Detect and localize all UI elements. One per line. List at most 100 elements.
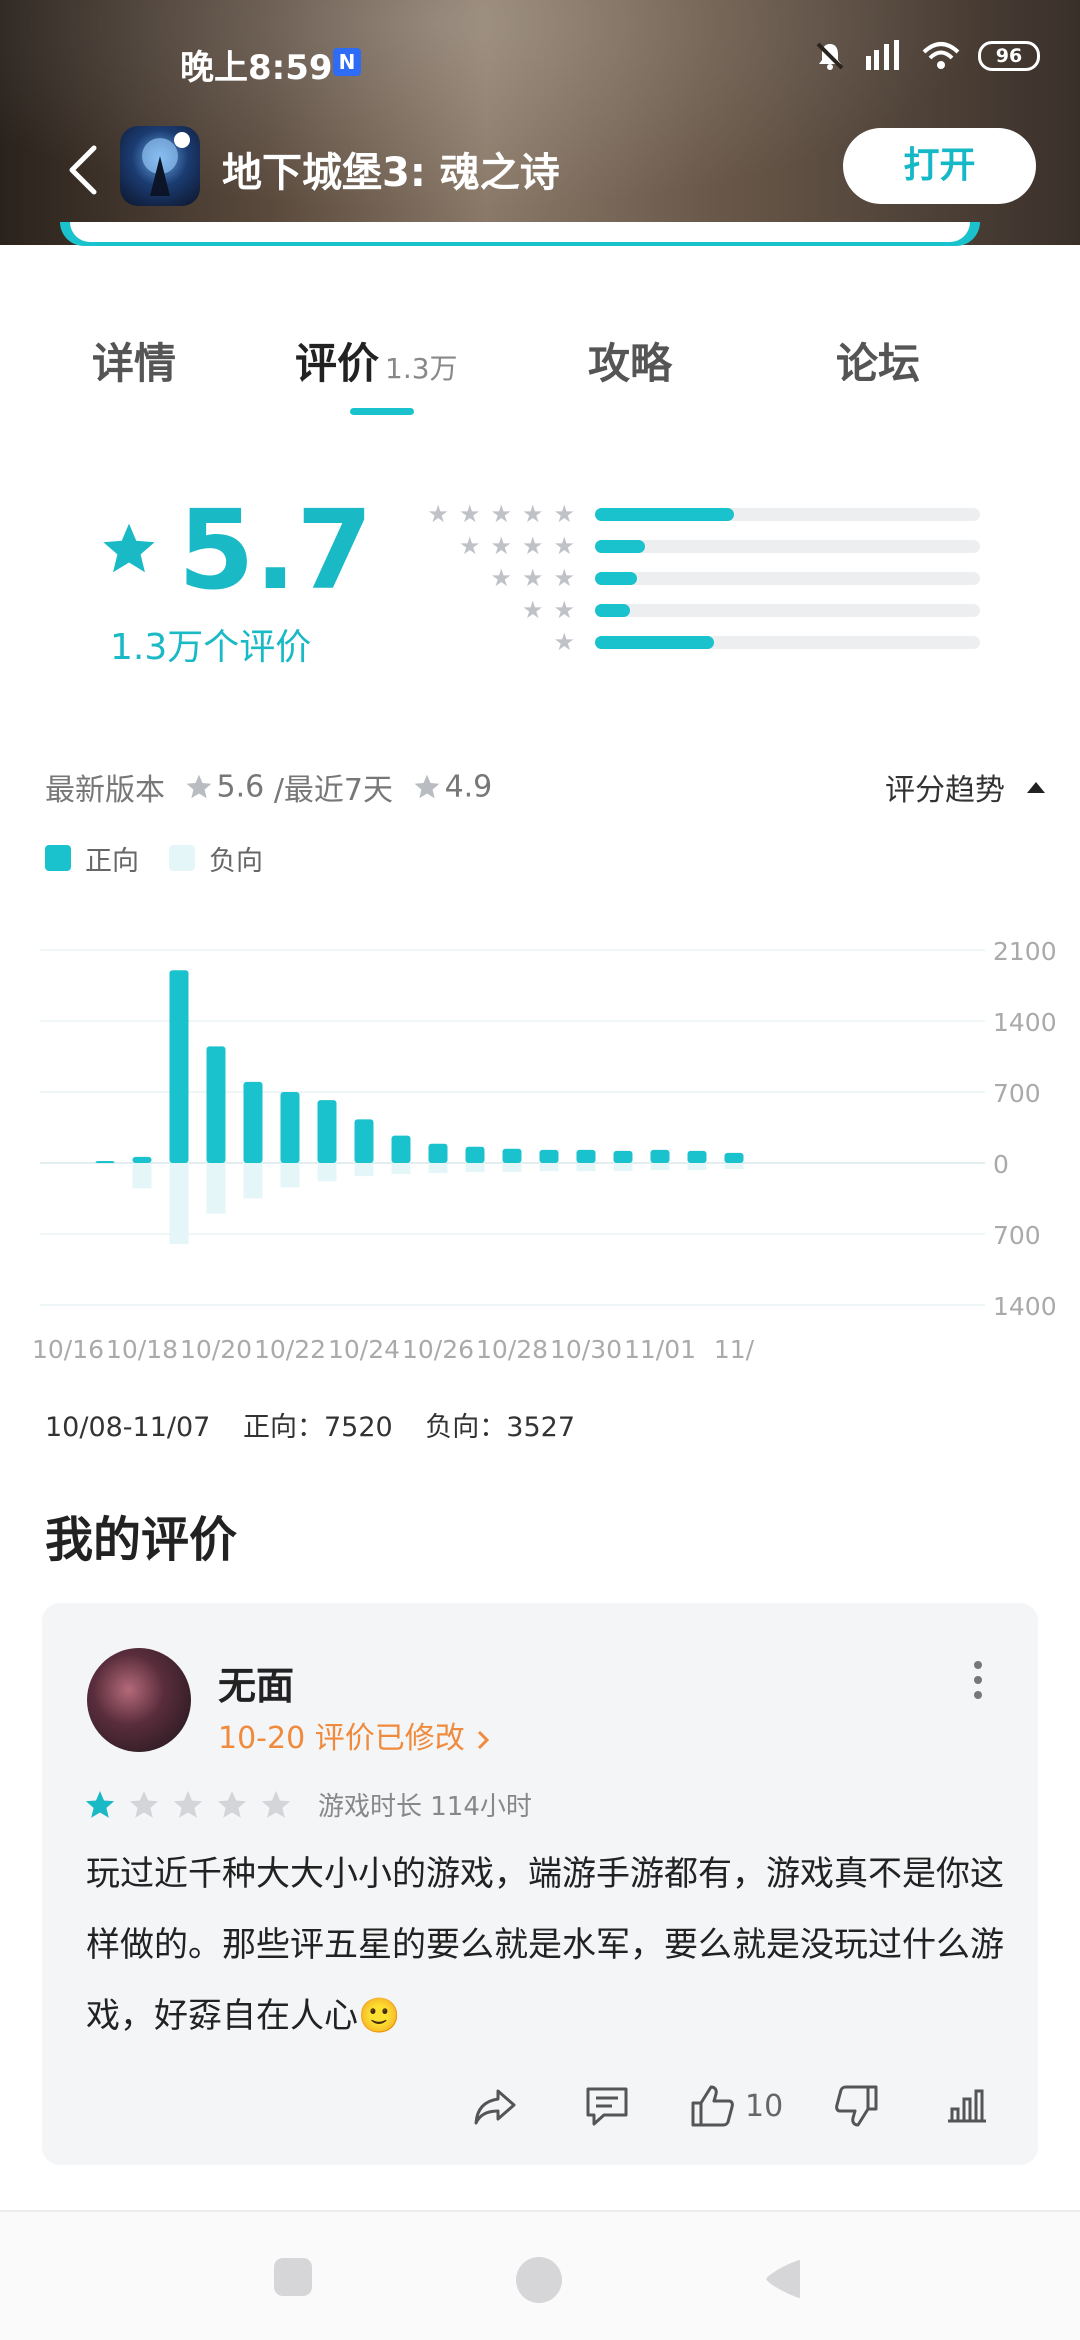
chart-bar-positive — [576, 1149, 596, 1163]
star-icon — [186, 774, 211, 799]
tab-active-indicator — [350, 408, 414, 415]
score-trend-toggle[interactable]: 评分趋势 — [885, 765, 1045, 809]
chart-bar-positive — [502, 1148, 522, 1163]
tab-guides[interactable]: 攻略 — [588, 330, 672, 391]
review-star-rating: 游戏时长 114小时 — [84, 1786, 532, 1823]
chart-bar-negative — [724, 1163, 744, 1170]
rating-distribution: ★★★★★ ★★★★ ★★★ ★★ ★ — [395, 498, 995, 668]
chart-x-tick-label: 11/ — [714, 1335, 755, 1364]
rating-row-stars: ★ — [553, 628, 585, 656]
chart-bar-negative — [391, 1163, 411, 1175]
chart-y-tick-label: 1400 — [993, 1008, 1057, 1037]
dislike-button[interactable] — [832, 2081, 882, 2131]
rating-bar-track — [595, 636, 980, 649]
status-time: 晚上8:59 — [180, 48, 333, 88]
chart-bar-positive — [132, 1156, 152, 1163]
nav-row: 地下城堡3: 魂之诗 打开 — [0, 120, 1080, 220]
open-button[interactable]: 打开 — [843, 128, 1036, 204]
rating-row-5-star: ★★★★★ — [395, 498, 995, 530]
chart-bar-positive — [317, 1100, 337, 1163]
chart-bar-negative — [132, 1163, 152, 1189]
app-header: 晚上8:59 N 96 地下城堡3: 魂之诗 打开 — [0, 0, 1080, 245]
review-actions: 10 — [42, 2071, 1038, 2141]
legend-negative-swatch — [169, 845, 195, 871]
chart-legend: 正向 负向 — [45, 838, 293, 878]
chart-bar-positive — [95, 1161, 115, 1163]
status-bar: 晚上8:59 N 96 — [0, 30, 1080, 90]
battery-icon: 96 — [978, 41, 1040, 71]
header-divider-mask — [70, 222, 970, 242]
latest-version-label: 最新版本 — [45, 773, 165, 808]
chart-bar-positive — [206, 1046, 226, 1163]
my-review-title: 我的评价 — [45, 1512, 238, 1568]
rating-row-stars: ★★★★ — [458, 532, 585, 560]
star-icon — [261, 1790, 291, 1818]
thumbs-down-icon — [835, 2085, 878, 2127]
share-icon — [474, 2089, 516, 2125]
chart-x-tick-label: 10/18 — [106, 1335, 178, 1364]
rating-row-stars: ★★★★★ — [427, 500, 585, 528]
score-trend-chart: 2100 1400 700 0 700 1400 10/16 10/18 10/20 10/22 1… — [0, 900, 1080, 1380]
more-options-icon[interactable] — [968, 1655, 988, 1705]
rating-score: 5.7 — [178, 486, 373, 614]
chart-bar-negative — [169, 1163, 189, 1245]
tab-bar: 详情 评价 1.3万 攻略 论坛 — [0, 320, 1080, 415]
chart-x-tick-label: 10/16 — [32, 1335, 104, 1364]
chart-bar-negative — [576, 1163, 596, 1172]
rating-bar-fill — [595, 508, 734, 521]
avatar[interactable] — [87, 1648, 191, 1752]
chart-bar-positive — [539, 1149, 559, 1163]
home-icon[interactable] — [515, 2256, 563, 2304]
rating-row-3-star: ★★★ — [395, 562, 995, 594]
score-trend-label: 评分趋势 — [885, 773, 1005, 808]
stats-button[interactable] — [942, 2081, 992, 2131]
like-button[interactable]: 10 — [687, 2081, 783, 2131]
chart-bar-positive — [724, 1152, 744, 1163]
back-arrow-icon[interactable] — [60, 140, 108, 200]
chart-bar-positive — [428, 1143, 448, 1163]
playtime: 游戏时长 114小时 — [318, 1792, 532, 1822]
range-positive: 正向：7520 — [242, 1412, 393, 1443]
rating-row-4-star: ★★★★ — [395, 530, 995, 562]
recent-label: /最近7天 — [273, 773, 394, 808]
chart-x-tick-label: 10/28 — [476, 1335, 548, 1364]
version-row: 最新版本 5.6 /最近7天 4.9 评分趋势 — [45, 765, 1045, 815]
rating-count: 1.3万个评价 — [110, 627, 312, 668]
rating-row-stars: ★★ — [521, 596, 585, 624]
rating-bar-fill — [595, 636, 715, 649]
chart-bar-positive — [169, 970, 189, 1163]
chart-bar-negative — [317, 1163, 337, 1182]
tab-reviews[interactable]: 评价 1.3万 — [295, 330, 458, 391]
chart-y-tick-label: 0 — [993, 1150, 1009, 1179]
chart-svg: 210014007000700140010/16 10/18 10/20 10/22 1… — [32, 937, 1057, 1364]
legend-negative: 负向 — [169, 839, 263, 878]
app-icon — [120, 126, 200, 206]
username[interactable]: 无面 — [218, 1655, 294, 1710]
recents-icon[interactable] — [272, 2256, 314, 2298]
app-title: 地下城堡3: 魂之诗 — [222, 150, 560, 196]
review-edited-link[interactable]: 10-20 评价已修改 — [218, 1713, 492, 1757]
chart-bar-negative — [354, 1163, 374, 1177]
rating-bar-track — [595, 604, 980, 617]
rating-summary: 5.7 1.3万个评价 — [100, 486, 373, 670]
latest-version-score: 5.6 — [216, 769, 265, 805]
chart-bar-positive — [243, 1081, 263, 1163]
chart-x-tick-label: 11/01 — [624, 1335, 696, 1364]
my-review-card[interactable]: 无面 10-20 评价已修改 游戏时长 114小时 玩过近千种大大小小的游戏，端… — [42, 1603, 1038, 2165]
tab-details[interactable]: 详情 — [92, 330, 176, 391]
chart-bar-negative — [687, 1163, 707, 1171]
back-icon[interactable] — [762, 2256, 804, 2302]
tab-forum[interactable]: 论坛 — [836, 330, 920, 391]
rating-bar-fill — [595, 604, 630, 617]
legend-positive: 正向 — [45, 839, 139, 878]
chart-range-summary: 10/08-11/07 正向：7520 负向：3527 — [45, 1405, 599, 1444]
comment-button[interactable] — [582, 2081, 632, 2131]
review-meta-text: 10-20 评价已修改 — [218, 1721, 465, 1756]
chart-y-tick-label: 1400 — [993, 1292, 1057, 1321]
tab-reviews-label: 评价 — [295, 339, 380, 388]
share-button[interactable] — [470, 2081, 520, 2131]
chart-bar-negative — [428, 1163, 448, 1174]
rating-bar-fill — [595, 572, 638, 585]
chart-y-tick-label: 700 — [993, 1079, 1041, 1108]
rating-bar-track — [595, 572, 980, 585]
